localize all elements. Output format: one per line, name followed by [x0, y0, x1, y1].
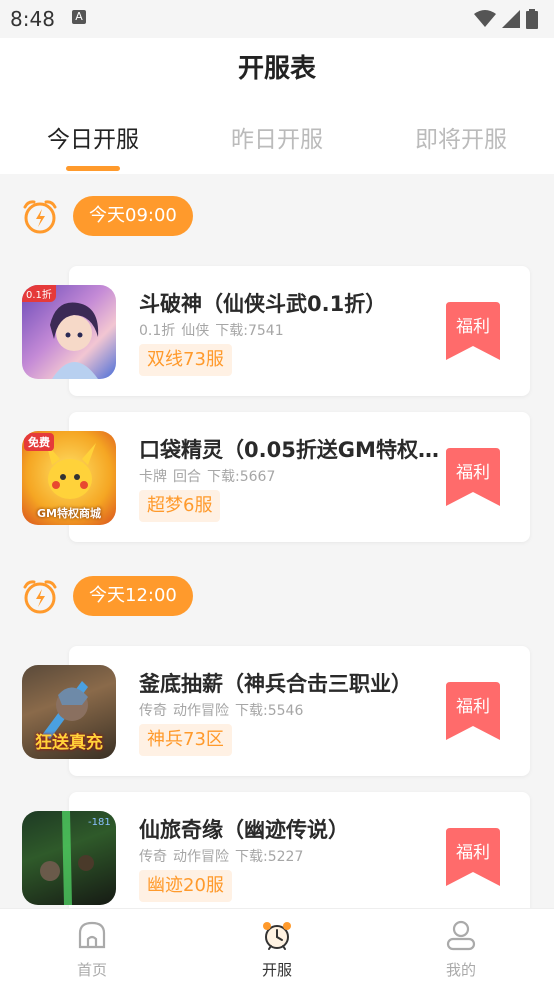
- home-icon: [78, 921, 106, 949]
- profile-icon: [446, 920, 476, 951]
- welfare-badge[interactable]: 福利: [446, 682, 500, 740]
- welfare-label: 福利: [456, 463, 490, 483]
- tab-yesterday[interactable]: 昨日开服: [202, 120, 352, 154]
- time-badge: 今天12:00: [73, 576, 193, 616]
- signal-icon: [502, 10, 520, 28]
- game-tag: 卡牌: [139, 469, 167, 485]
- game-thumbnail: 免费 GM特权商城: [22, 431, 116, 525]
- nav-profile[interactable]: 我的: [401, 909, 521, 987]
- tab-indicator: [66, 166, 120, 171]
- game-thumbnail: 狂送真充: [22, 665, 116, 759]
- game-tag: 动作冒险: [173, 849, 229, 865]
- game-meta: 卡牌 回合 下载:5667: [139, 466, 281, 486]
- thumb-badge: 0.1折: [22, 285, 56, 302]
- game-card[interactable]: 狂送真充 釜底抽薪（神兵合击三职业） 传奇 动作冒险 下载:5546 神兵73区 福…: [22, 646, 530, 776]
- welfare-label: 福利: [456, 317, 490, 337]
- nav-label: 开服: [261, 961, 292, 979]
- game-meta: 0.1折 仙侠 下载:7541: [139, 320, 290, 340]
- welfare-badge[interactable]: 福利: [446, 302, 500, 360]
- server-schedule-list[interactable]: 今天09:00 0.1折 斗破神（仙侠斗武0.1折） 0.1折 仙侠 下载:7541…: [0, 174, 554, 908]
- game-meta: 传奇 动作冒险 下载:5546: [139, 700, 309, 720]
- server-tag: 神兵73区: [139, 724, 232, 756]
- alarm-clock-icon: [23, 200, 57, 234]
- page-header: 开服表: [0, 38, 554, 100]
- game-card[interactable]: 免费 GM特权商城 口袋精灵（0.05折送GM特权… 卡牌 回合 下载:5667 超…: [22, 412, 530, 542]
- nav-label: 首页: [76, 961, 107, 979]
- game-tag: 0.1折: [139, 323, 176, 339]
- time-badge: 今天09:00: [73, 196, 193, 236]
- game-thumbnail: 0.1折: [22, 285, 116, 379]
- nav-home[interactable]: 首页: [32, 909, 152, 987]
- game-tag: 回合: [173, 469, 201, 485]
- welfare-badge[interactable]: 福利: [446, 828, 500, 886]
- tab-upcoming[interactable]: 即将开服: [386, 120, 536, 154]
- battery-icon: [526, 9, 538, 29]
- tab-today[interactable]: 今日开服: [18, 120, 168, 154]
- svg-text:-181: -181: [88, 817, 111, 828]
- game-tag: 仙侠: [181, 323, 210, 339]
- game-title: 斗破神（仙侠斗武0.1折）: [139, 292, 387, 316]
- download-count: 下载:5667: [207, 469, 276, 485]
- download-count: 下载:7541: [215, 323, 284, 339]
- game-title: 口袋精灵（0.05折送GM特权…: [139, 438, 439, 462]
- status-bar: 8:48 A: [0, 0, 554, 38]
- game-thumbnail: -181: [22, 811, 116, 905]
- alarm-clock-icon: [263, 922, 291, 950]
- server-tag: 双线73服: [139, 344, 232, 376]
- game-card[interactable]: -181 仙旅奇缘（幽迹传说） 传奇 动作冒险 下载:5227 幽迹20服 福利: [22, 792, 530, 908]
- thumb-badge: 免费: [24, 433, 54, 451]
- game-tag: 动作冒险: [173, 703, 229, 719]
- wifi-icon: [474, 10, 496, 27]
- thumb-caption: 狂送真充: [35, 733, 103, 753]
- server-tag: 幽迹20服: [139, 870, 232, 902]
- alarm-clock-icon: [23, 580, 57, 614]
- tab-bar: 今日开服 昨日开服 即将开服: [0, 100, 554, 174]
- game-tag: 传奇: [139, 703, 167, 719]
- welfare-label: 福利: [456, 843, 490, 863]
- game-title: 釜底抽薪（神兵合击三职业）: [139, 672, 412, 696]
- welfare-label: 福利: [456, 697, 490, 717]
- game-meta: 传奇 动作冒险 下载:5227: [139, 846, 309, 866]
- status-time: 8:48: [10, 7, 55, 31]
- welfare-badge[interactable]: 福利: [446, 448, 500, 506]
- game-card[interactable]: 0.1折 斗破神（仙侠斗武0.1折） 0.1折 仙侠 下载:7541 双线73服 福…: [22, 266, 530, 396]
- notification-icon: A: [72, 10, 86, 24]
- server-tag: 超梦6服: [139, 490, 221, 522]
- nav-server-open[interactable]: 开服: [217, 909, 337, 987]
- download-count: 下载:5546: [235, 703, 304, 719]
- page-title: 开服表: [237, 54, 316, 84]
- bottom-nav: 首页 开服 我的: [0, 908, 554, 987]
- thumb-caption: GM特权商城: [37, 507, 101, 520]
- game-art-icon: -181: [40, 811, 111, 905]
- game-tag: 传奇: [139, 849, 167, 865]
- download-count: 下载:5227: [235, 849, 304, 865]
- game-title: 仙旅奇缘（幽迹传说）: [139, 818, 349, 842]
- status-icons: [474, 9, 538, 29]
- nav-label: 我的: [445, 961, 476, 979]
